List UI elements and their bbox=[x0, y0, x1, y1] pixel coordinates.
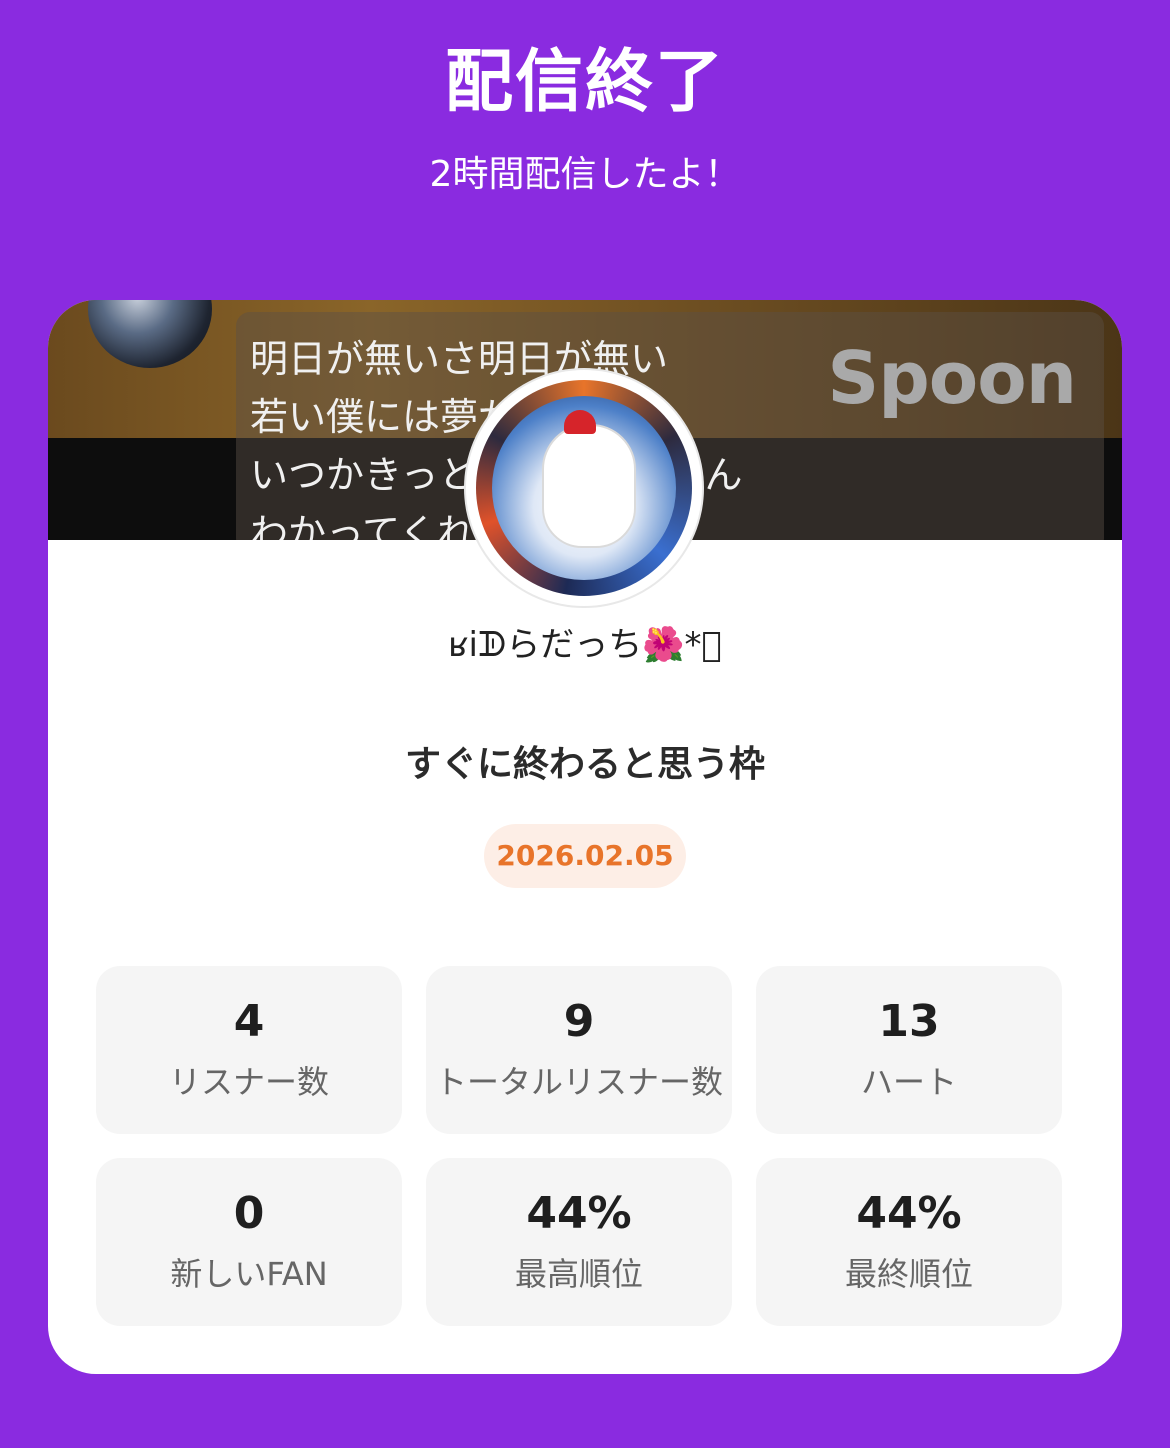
stat-tile-total-listeners: 9 トータルリスナー数 bbox=[426, 966, 732, 1134]
stat-tile-final-rank: 44% 最終順位 bbox=[756, 1158, 1062, 1326]
stat-value: 13 bbox=[878, 996, 940, 1047]
stat-tile-new-fans: 0 新しいFAN bbox=[96, 1158, 402, 1326]
date-badge: 2026.02.05 bbox=[484, 824, 686, 888]
stat-tile-listeners: 4 リスナー数 bbox=[96, 966, 402, 1134]
stat-label: 最高順位 bbox=[514, 1255, 643, 1293]
avatar[interactable] bbox=[466, 370, 702, 606]
stat-label: 最終順位 bbox=[844, 1255, 973, 1293]
stat-tile-highest-rank: 44% 最高順位 bbox=[426, 1158, 732, 1326]
stream-title: すぐに終わると思う枠 bbox=[404, 744, 765, 785]
broadcast-duration-text: 2時間配信したよ！ bbox=[429, 154, 741, 195]
stat-label: 新しいFAN bbox=[170, 1255, 328, 1293]
stat-label: トータルリスナー数 bbox=[434, 1063, 723, 1101]
stat-value: 4 bbox=[233, 996, 265, 1047]
broadcast-summary-card: 明日が無いさ明日が無い 若い僕には夢が いつかきっと になるん わかってくれ S… bbox=[48, 300, 1122, 1374]
bird-comb bbox=[564, 410, 596, 434]
spoon-logo: Spoon bbox=[827, 336, 1077, 420]
banner-thumbnail bbox=[88, 300, 212, 368]
stat-value: 44% bbox=[856, 1188, 962, 1239]
username[interactable]: ʁiᗫらだっち🌺*ﾟ bbox=[48, 620, 1122, 670]
page-title: 配信終了 bbox=[444, 43, 725, 122]
stat-value: 0 bbox=[233, 1188, 265, 1239]
stat-label: ハート bbox=[860, 1063, 957, 1101]
stat-value: 9 bbox=[563, 996, 595, 1047]
stat-label: リスナー数 bbox=[168, 1063, 329, 1101]
stat-value: 44% bbox=[526, 1188, 632, 1239]
stat-tile-hearts: 13 ハート bbox=[756, 966, 1062, 1134]
bird-figure bbox=[542, 424, 636, 548]
